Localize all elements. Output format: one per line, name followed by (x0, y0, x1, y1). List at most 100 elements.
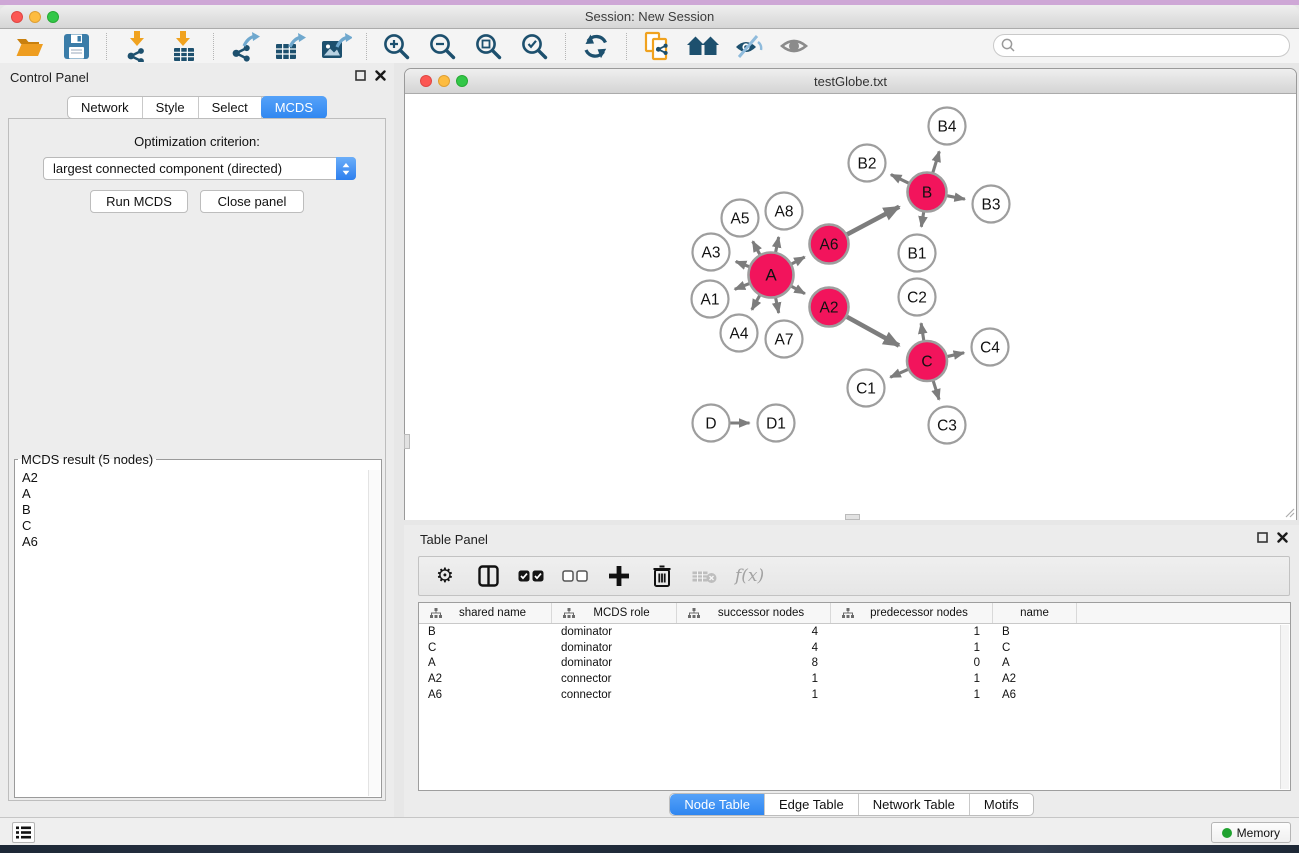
tab-network-table[interactable]: Network Table (859, 794, 970, 815)
add-column-button[interactable] (606, 561, 632, 591)
import-table-button[interactable] (166, 30, 200, 62)
edge-A-A4[interactable] (752, 295, 760, 310)
resize-grip-icon[interactable] (1283, 506, 1295, 518)
task-history-button[interactable] (12, 822, 35, 843)
function-builder-button[interactable]: f(x) (735, 561, 764, 591)
float-panel-icon[interactable] (355, 70, 366, 81)
table-row[interactable]: Cdominator41C (419, 640, 1290, 656)
mcds-result-scrollbar[interactable] (368, 470, 380, 796)
edge-A-A5[interactable] (753, 241, 760, 254)
tab-edge-table[interactable]: Edge Table (765, 794, 859, 815)
table-row[interactable]: Adominator80A (419, 655, 1290, 671)
zoom-out-button[interactable] (426, 30, 460, 62)
tab-motifs[interactable]: Motifs (970, 794, 1033, 815)
memory-button[interactable]: Memory (1211, 822, 1291, 843)
graph-node-B4[interactable]: B4 (929, 108, 966, 145)
graph-node-B3[interactable]: B3 (973, 186, 1010, 223)
edge-A-A2[interactable] (791, 286, 805, 294)
graph-node-C3[interactable]: C3 (929, 407, 966, 444)
edge-A6-B[interactable] (847, 207, 900, 235)
tab-mcds[interactable]: MCDS (261, 96, 327, 119)
table-scrollbar[interactable] (1280, 625, 1289, 789)
edge-C-C3[interactable] (933, 381, 939, 400)
network-from-clipboard-button[interactable] (640, 30, 674, 62)
graph-node-B[interactable]: B (908, 173, 947, 212)
graph-node-A5[interactable]: A5 (722, 200, 759, 237)
close-panel-icon[interactable] (375, 70, 386, 81)
deselect-all-button[interactable] (562, 561, 589, 591)
zoom-selected-button[interactable] (518, 30, 552, 62)
graph-node-B1[interactable]: B1 (899, 235, 936, 272)
edge-A-A6[interactable] (791, 257, 804, 264)
column-header-name[interactable]: name (993, 603, 1077, 623)
table-row[interactable]: Bdominator41B (419, 624, 1290, 640)
graph-node-C4[interactable]: C4 (972, 329, 1009, 366)
graph-node-A4[interactable]: A4 (721, 315, 758, 352)
network-canvas[interactable]: B4 B2 B B3 A8A5 A6 A3 B1 A C2 A1 A2 A4A7 C4 C C1 D D1 C3 (405, 95, 1296, 520)
search-input[interactable] (993, 34, 1290, 57)
mcds-result-item[interactable]: A2 (22, 470, 368, 486)
edge-A-A8[interactable] (776, 237, 779, 252)
graph-node-A2[interactable]: A2 (810, 288, 849, 327)
save-session-button[interactable] (59, 30, 93, 62)
mcds-result-item[interactable]: C (22, 518, 368, 534)
refresh-view-button[interactable] (579, 30, 613, 62)
criterion-dropdown[interactable]: largest connected component (directed) (43, 157, 356, 180)
select-all-button[interactable] (518, 561, 545, 591)
edge-B-B2[interactable] (891, 175, 909, 184)
table-row[interactable]: A6connector11A6 (419, 687, 1290, 703)
graph-node-A7[interactable]: A7 (766, 321, 803, 358)
mcds-result-item[interactable]: A6 (22, 534, 368, 550)
column-view-button[interactable] (475, 561, 501, 591)
graph-node-A3[interactable]: A3 (693, 234, 730, 271)
edge-A-A1[interactable] (735, 283, 750, 289)
table-row[interactable]: A2connector11A2 (419, 671, 1290, 687)
edge-B-B3[interactable] (947, 196, 965, 199)
edge-B-B1[interactable] (921, 212, 923, 227)
graph-node-D1[interactable]: D1 (758, 405, 795, 442)
export-network-button[interactable] (227, 30, 261, 62)
close-panel-button[interactable]: Close panel (200, 190, 304, 213)
edge-C-C2[interactable] (921, 323, 924, 341)
open-session-button[interactable] (13, 30, 47, 62)
graph-node-C2[interactable]: C2 (899, 279, 936, 316)
run-mcds-button[interactable]: Run MCDS (90, 190, 188, 213)
hide-graphics-details-button[interactable] (732, 30, 766, 62)
close-table-panel-icon[interactable] (1277, 532, 1288, 543)
splitter-handle-left[interactable] (404, 434, 410, 449)
table-settings-button[interactable]: ⚙ (432, 561, 458, 591)
tab-network[interactable]: Network (68, 97, 143, 118)
zoom-fit-content-button[interactable] (472, 30, 506, 62)
home-button[interactable] (686, 30, 720, 62)
tab-node-table[interactable]: Node Table (670, 794, 765, 815)
mcds-result-item[interactable]: B (22, 502, 368, 518)
edge-A-A7[interactable] (776, 298, 779, 313)
import-network-button[interactable] (120, 30, 154, 62)
tab-select[interactable]: Select (199, 97, 262, 118)
edge-A2-C[interactable] (847, 317, 899, 346)
zoom-in-button[interactable] (380, 30, 414, 62)
graph-node-B2[interactable]: B2 (849, 145, 886, 182)
graph-node-D[interactable]: D (693, 405, 730, 442)
graph-node-C[interactable]: C (907, 341, 947, 381)
column-header-predecessor-nodes[interactable]: predecessor nodes (831, 603, 993, 623)
edge-B-B4[interactable] (933, 151, 939, 172)
tab-style[interactable]: Style (143, 97, 199, 118)
column-header-successor-nodes[interactable]: successor nodes (677, 603, 831, 623)
mcds-result-item[interactable]: A (22, 486, 368, 502)
graph-node-A6[interactable]: A6 (810, 225, 849, 264)
graph-node-A8[interactable]: A8 (766, 193, 803, 230)
edge-A-A3[interactable] (736, 262, 750, 267)
edge-C-C4[interactable] (947, 353, 964, 357)
graph-node-A1[interactable]: A1 (692, 281, 729, 318)
delete-column-button[interactable] (649, 561, 675, 591)
column-header-shared-name[interactable]: shared name (419, 603, 552, 623)
column-header-MCDS-role[interactable]: MCDS role (552, 603, 677, 623)
show-graphics-details-button[interactable] (778, 30, 812, 62)
float-table-panel-icon[interactable] (1257, 532, 1268, 543)
export-image-button[interactable] (319, 30, 353, 62)
graph-node-A[interactable]: A (749, 253, 794, 298)
edge-C-C1[interactable] (890, 369, 908, 377)
graph-node-C1[interactable]: C1 (848, 370, 885, 407)
export-table-button[interactable] (273, 30, 307, 62)
